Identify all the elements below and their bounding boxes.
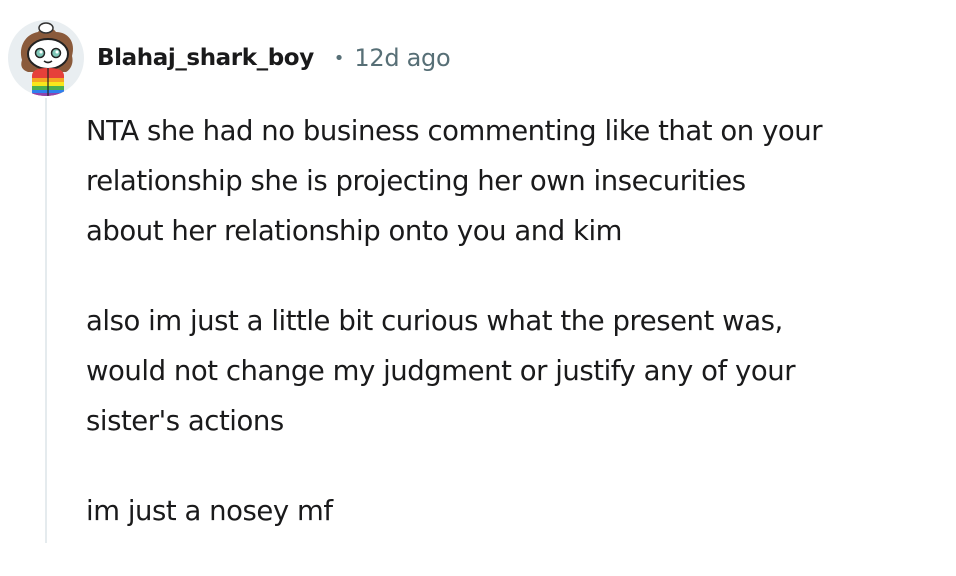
comment: Blahaj_shark_boy • 12d ago NTA she had n… [0,0,956,543]
comment-paragraph: NTA she had no business commenting like … [86,106,951,256]
comment-paragraph: also im just a little bit curious what t… [86,296,951,446]
comment-paragraph: im just a nosey mf [86,486,951,536]
author-username[interactable]: Blahaj_shark_boy [97,45,314,71]
text-line: about her relationship onto you and kim [86,215,623,247]
text-line: relationship she is projecting her own i… [86,165,746,197]
meta-separator: • [333,47,345,69]
text-line: im just a nosey mf [86,495,333,527]
text-line: would not change my judgment or justify … [86,355,796,387]
text-line: also im just a little bit curious what t… [86,305,783,337]
thread-line[interactable] [45,98,47,543]
comment-header: Blahaj_shark_boy • 12d ago [97,40,451,76]
snoo-avatar-icon [20,22,74,96]
text-line: sister's actions [86,405,284,437]
avatar[interactable] [8,20,84,96]
comment-body: NTA she had no business commenting like … [86,106,951,576]
text-line: NTA she had no business commenting like … [86,115,823,147]
timestamp[interactable]: 12d ago [354,44,450,72]
